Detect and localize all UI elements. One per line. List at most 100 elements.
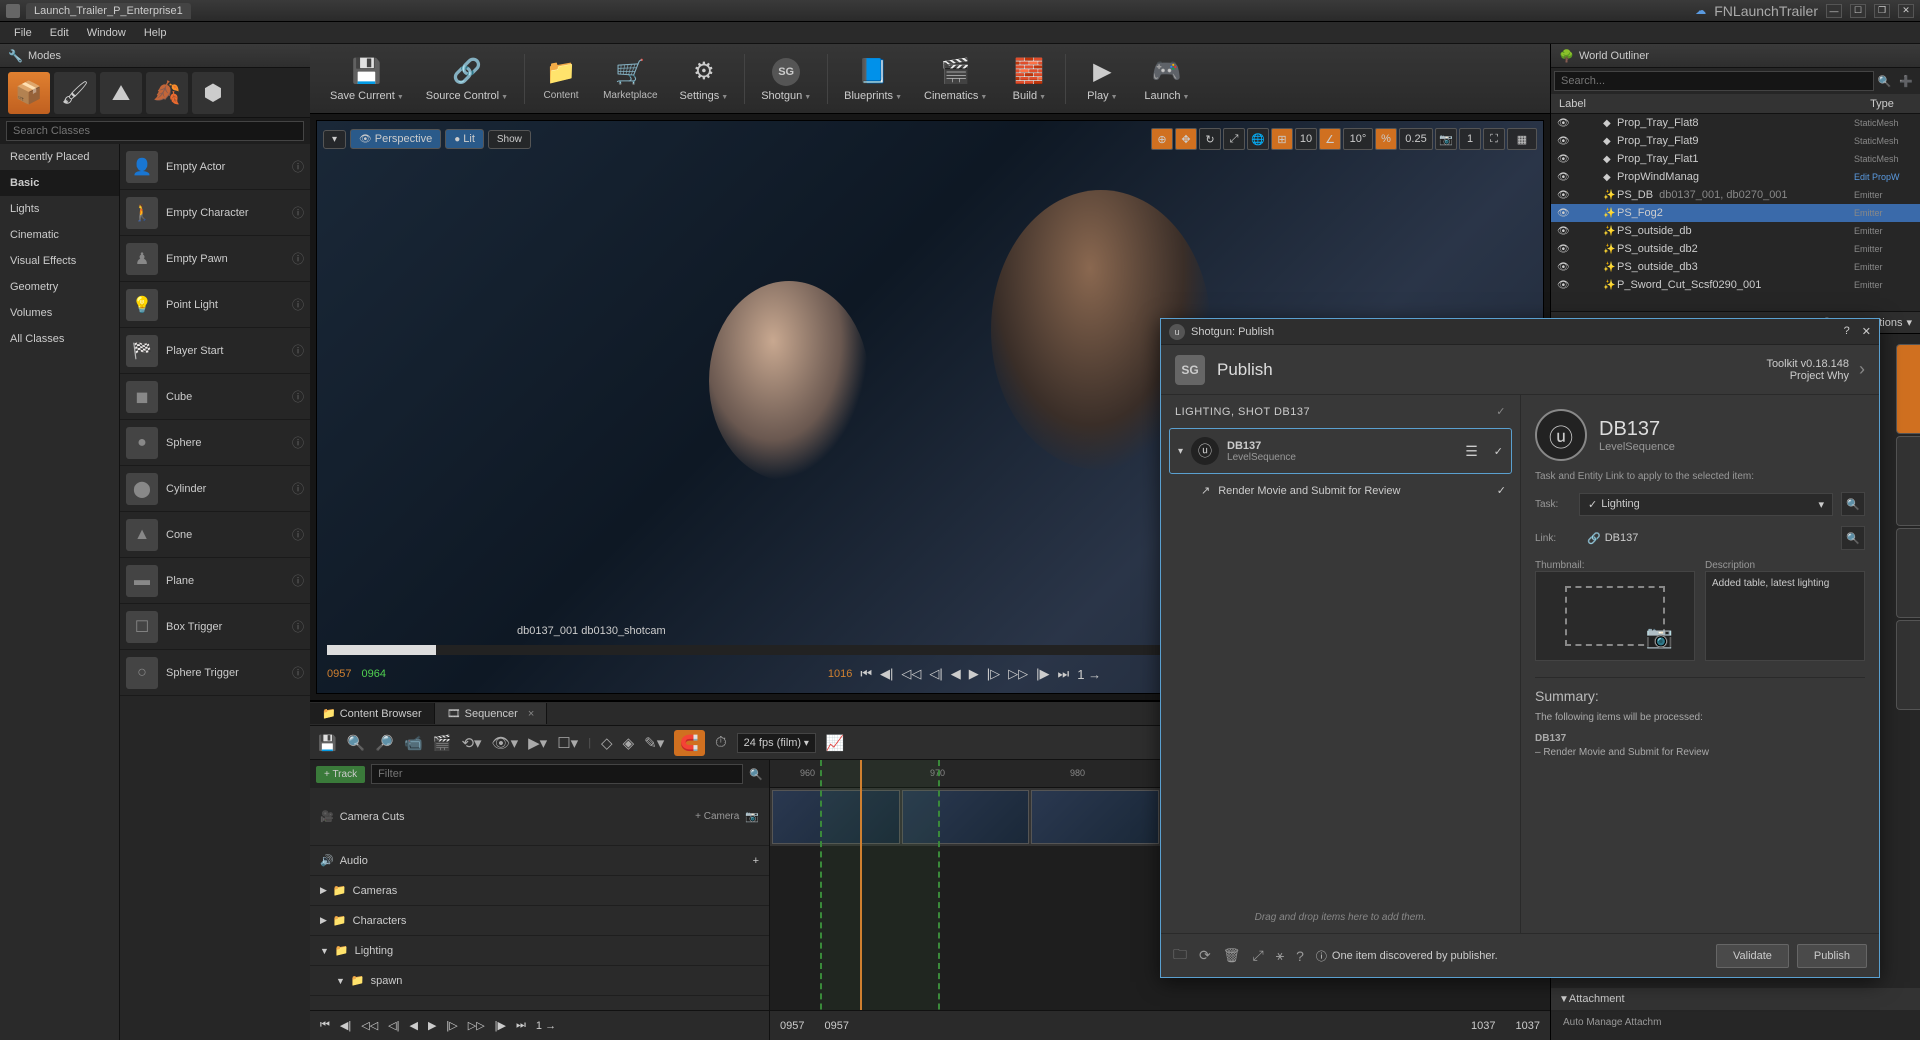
launch-button[interactable]: 🎮Launch▼ xyxy=(1134,52,1199,106)
maximize-viewport-icon[interactable]: ⛶ xyxy=(1483,128,1505,150)
pb-prevframe-icon[interactable]: ◁| xyxy=(388,1019,399,1032)
restore-button[interactable]: ❐ xyxy=(1874,4,1890,18)
minimize-button[interactable]: — xyxy=(1826,4,1842,18)
outliner-row[interactable]: 👁✨PS_outside_db3Emitter xyxy=(1551,258,1920,276)
find-icon[interactable]: 🔎 xyxy=(375,734,394,752)
cat-visual-effects[interactable]: Visual Effects xyxy=(0,248,119,274)
browse-icon[interactable]: 🔍 xyxy=(347,734,366,752)
cat-lights[interactable]: Lights xyxy=(0,196,119,222)
details-tab-script[interactable] xyxy=(1896,344,1920,434)
menu-help[interactable]: Help xyxy=(136,25,175,41)
marketplace-button[interactable]: 🛒Marketplace xyxy=(593,52,667,105)
goto-start-icon[interactable]: ⏮ xyxy=(860,666,872,682)
validate-button[interactable]: Validate xyxy=(1716,944,1789,968)
content-button[interactable]: 📁Content xyxy=(531,52,591,105)
prev-key-icon[interactable]: ◀| xyxy=(880,666,893,682)
curve-editor-icon[interactable]: 📈 xyxy=(826,734,845,752)
track-characters[interactable]: ▶📁Characters xyxy=(310,906,769,936)
outliner-row[interactable]: 👁✨PS_DBdb0137_001, db0270_001Emitter xyxy=(1551,186,1920,204)
outliner-list[interactable]: 👁◆Prop_Tray_Flat8StaticMesh👁◆Prop_Tray_F… xyxy=(1551,114,1920,311)
next-frame-icon[interactable]: |▷ xyxy=(987,666,1000,682)
cat-volumes[interactable]: Volumes xyxy=(0,300,119,326)
pb-prevkey-icon[interactable]: ◀| xyxy=(340,1019,351,1032)
outliner-row[interactable]: 👁◆Prop_Tray_Flat9StaticMesh xyxy=(1551,132,1920,150)
camera-speed-value[interactable]: 1 xyxy=(1459,128,1481,150)
next-key-icon[interactable]: |▶ xyxy=(1036,666,1049,682)
sg-publish-item[interactable]: ▾ ⓤ DB137 LevelSequence ☰ ✓ xyxy=(1169,428,1512,474)
key-all-icon[interactable]: ☐▾ xyxy=(557,734,578,752)
track-audio[interactable]: 🔊Audio+ xyxy=(310,846,769,876)
actor-row[interactable]: ⬤Cylinderⓘ xyxy=(120,466,310,512)
autokey-icon[interactable]: ◈ xyxy=(623,734,635,752)
range-out2[interactable]: 1037 xyxy=(1516,1020,1540,1032)
settings-button[interactable]: ⚙Settings▼ xyxy=(670,52,739,106)
snap-toggle-icon[interactable]: 🧲 xyxy=(674,730,705,756)
snap-angle-value[interactable]: 10° xyxy=(1343,128,1373,150)
actor-row[interactable]: ●Sphereⓘ xyxy=(120,420,310,466)
track-camera-cuts[interactable]: 🎥Camera Cuts + Camera 📷 xyxy=(310,788,769,846)
render-icon[interactable]: 📹 xyxy=(404,734,423,752)
step-fwd-icon[interactable]: ▷▷ xyxy=(1008,666,1028,682)
maximize-button[interactable]: ☐ xyxy=(1850,4,1866,18)
sg-titlebar[interactable]: u Shotgun: Publish ? ✕ xyxy=(1161,319,1879,345)
cat-geometry[interactable]: Geometry xyxy=(0,274,119,300)
snap-grid-icon[interactable]: ⊞ xyxy=(1271,128,1293,150)
pb-stepback-icon[interactable]: ◁◁ xyxy=(361,1019,378,1032)
foliage-mode-icon[interactable]: 🍂 xyxy=(146,72,188,114)
attachment-header[interactable]: ▼ Attachment xyxy=(1551,988,1920,1010)
geometry-mode-icon[interactable]: ⬢ xyxy=(192,72,234,114)
landscape-mode-icon[interactable]: ⛰ xyxy=(100,72,142,114)
delete-icon[interactable]: 🗑 xyxy=(1223,947,1241,964)
cat-recently-placed[interactable]: Recently Placed xyxy=(0,144,119,170)
place-mode-icon[interactable]: 📦 xyxy=(8,72,50,114)
snap-scale-value[interactable]: 0.25 xyxy=(1399,128,1433,150)
details-tab-4[interactable] xyxy=(1896,620,1920,710)
tab-content-browser[interactable]: 📁 Content Browser xyxy=(310,703,435,724)
check-icon[interactable]: ✓ xyxy=(1496,405,1506,418)
sg-close-icon[interactable]: ✕ xyxy=(1862,325,1871,338)
snap-grid-value[interactable]: 10 xyxy=(1295,128,1317,150)
tab-sequencer[interactable]: 🎞 Sequencer × xyxy=(435,703,548,724)
viewport-layout-icon[interactable]: ▦ xyxy=(1507,128,1537,150)
undo-history-icon[interactable]: ⟲▾ xyxy=(461,734,481,752)
fps-dropdown[interactable]: 24 fps (film) ▾ xyxy=(737,733,816,753)
transform-scale-icon[interactable]: ⤢ xyxy=(1223,128,1245,150)
refresh-icon[interactable]: ⟳ xyxy=(1199,947,1211,964)
cloud-icon[interactable]: ☁ xyxy=(1695,4,1706,17)
blueprints-button[interactable]: 📘Blueprints▼ xyxy=(834,52,912,106)
track-spawn[interactable]: ▼📁spawn xyxy=(310,966,769,996)
window-tab[interactable]: Launch_Trailer_P_Enterprise1 xyxy=(26,3,191,19)
save-current-button[interactable]: 💾Save Current▼ xyxy=(320,52,414,106)
key-icon[interactable]: ◇ xyxy=(601,734,613,752)
filter-search-icon[interactable]: 🔍 xyxy=(749,768,763,781)
save-icon[interactable]: 💾 xyxy=(318,734,337,752)
clapperboard-icon[interactable]: 🎬 xyxy=(433,734,452,752)
range-out[interactable]: 1037 xyxy=(1471,1020,1495,1032)
view-icon[interactable]: 👁▾ xyxy=(492,734,519,752)
outliner-row[interactable]: 👁✨PS_outside_db2Emitter xyxy=(1551,240,1920,258)
description-input[interactable]: Added table, latest lighting xyxy=(1705,571,1865,661)
new-folder-icon[interactable]: 🗀 xyxy=(1173,944,1187,968)
outliner-search-icon[interactable]: 🔍 xyxy=(1874,71,1896,91)
cat-all-classes[interactable]: All Classes xyxy=(0,326,119,352)
task-search-icon[interactable]: 🔍 xyxy=(1841,492,1865,516)
actor-row[interactable]: ○Sphere Triggerⓘ xyxy=(120,650,310,696)
details-tab-3[interactable] xyxy=(1896,528,1920,618)
pb-start-icon[interactable]: ⏮ xyxy=(320,1019,330,1032)
actor-row[interactable]: ▬Planeⓘ xyxy=(120,558,310,604)
actor-row[interactable]: ◼Cubeⓘ xyxy=(120,374,310,420)
check-icon[interactable]: ✓ xyxy=(1497,484,1506,497)
actor-list[interactable]: 👤Empty Actorⓘ 🚶Empty Characterⓘ ♟Empty P… xyxy=(120,144,310,1040)
actor-row[interactable]: ♟Empty Pawnⓘ xyxy=(120,236,310,282)
menu-edit[interactable]: Edit xyxy=(42,25,77,41)
outliner-row[interactable]: 👁◆Prop_Tray_Flat8StaticMesh xyxy=(1551,114,1920,132)
show-dropdown[interactable]: Show xyxy=(488,130,531,149)
fps-icon[interactable]: ⏱ xyxy=(715,734,727,751)
track-cameras[interactable]: ▶📁Cameras xyxy=(310,876,769,906)
range-in2[interactable]: 0957 xyxy=(824,1020,848,1032)
actor-row[interactable]: 👤Empty Actorⓘ xyxy=(120,144,310,190)
play-seq-icon[interactable]: ▶▾ xyxy=(528,734,547,752)
pb-nextframe-icon[interactable]: |▷ xyxy=(446,1019,457,1032)
actor-row[interactable]: 🚶Empty Characterⓘ xyxy=(120,190,310,236)
sg-sub-action[interactable]: ↗ Render Movie and Submit for Review ✓ xyxy=(1161,474,1520,507)
